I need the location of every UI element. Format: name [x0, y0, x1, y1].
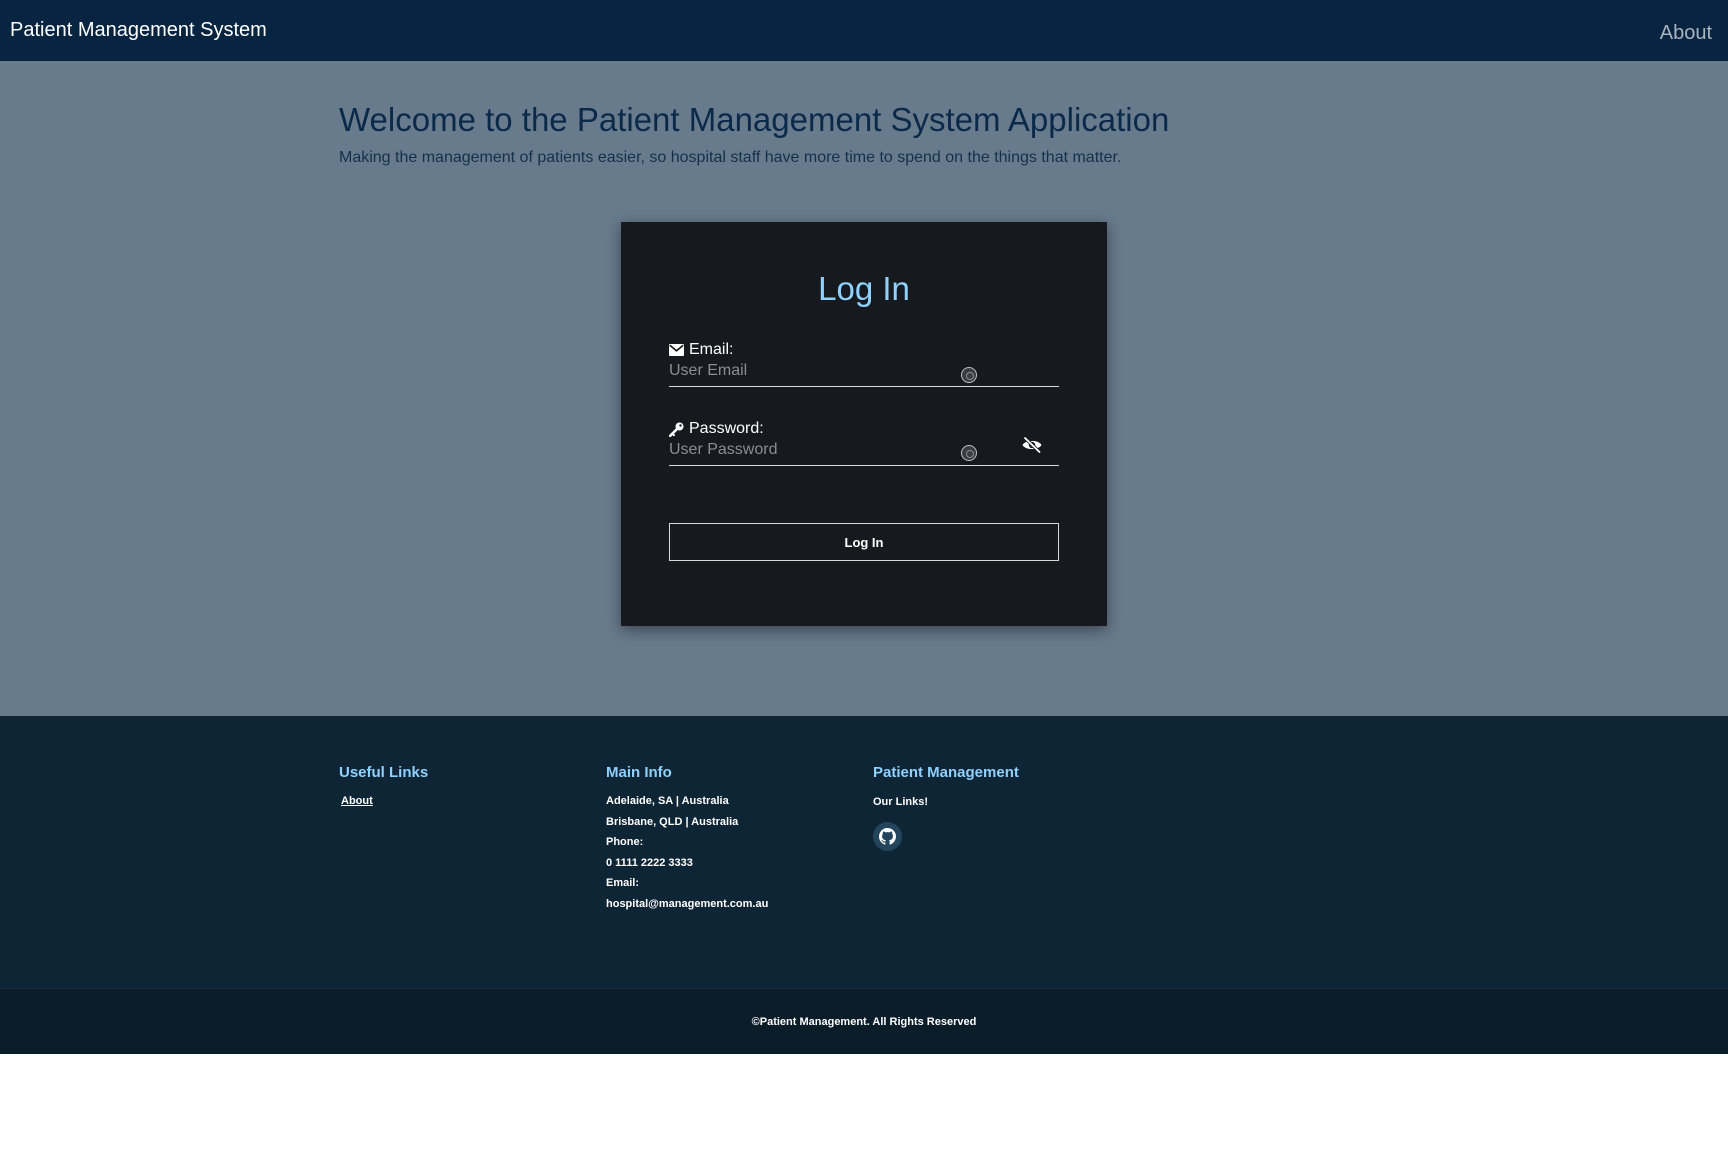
address-adelaide: Adelaide, SA | Australia [606, 795, 729, 807]
copyright-bar: ©Patient Management. All Rights Reserved [0, 988, 1728, 1054]
our-links-label: Our Links! [873, 796, 929, 808]
autofill-target-icon[interactable] [961, 445, 977, 461]
footer-useful-links: Useful Links About [339, 764, 428, 809]
phone-number: 0 1111 2222 3333 [606, 856, 693, 869]
main-content: Welcome to the Patient Management System… [0, 61, 1728, 716]
github-icon [879, 828, 896, 845]
email-info-label: Email: [606, 877, 640, 889]
nav-about-link[interactable]: About [1660, 22, 1712, 45]
eye-slash-icon[interactable] [1021, 436, 1043, 454]
login-title: Log In [818, 270, 910, 307]
copyright-text: ©Patient Management. All Rights Reserved [751, 1016, 977, 1028]
main-info-list: Adelaide, SA | Australia Brisbane, QLD |… [606, 791, 768, 914]
page-title: Welcome to the Patient Management System… [339, 101, 1170, 138]
email-input[interactable] [669, 357, 989, 385]
autofill-target-icon[interactable] [961, 367, 977, 383]
footer: Useful Links About Main Info Adelaide, S… [0, 716, 1728, 988]
envelope-icon [669, 344, 684, 356]
footer-patient-management: Patient Management Our Links! [873, 764, 1019, 851]
footer-main-info: Main Info Adelaide, SA | Australia Brisb… [606, 764, 768, 914]
address-brisbane: Brisbane, QLD | Australia [606, 815, 739, 828]
password-input[interactable] [669, 436, 989, 464]
password-field [669, 436, 1059, 466]
login-button[interactable]: Log In [669, 523, 1059, 561]
footer-about-link[interactable]: About [341, 795, 373, 807]
brand-link[interactable]: Patient Management System [10, 19, 267, 42]
page-subtitle: Making the management of patients easier… [339, 149, 1122, 166]
email-field [669, 357, 1059, 387]
phone-label: Phone: [606, 836, 644, 848]
github-link[interactable] [873, 822, 902, 851]
navbar: Patient Management System About [0, 0, 1728, 61]
useful-links-heading: Useful Links [339, 764, 429, 781]
email-address: hospital@management.com.au [606, 897, 769, 910]
patient-management-heading: Patient Management [873, 764, 1019, 781]
key-icon [669, 422, 684, 437]
main-info-heading: Main Info [606, 764, 672, 781]
login-card: Log In Email: Password: [621, 222, 1107, 626]
